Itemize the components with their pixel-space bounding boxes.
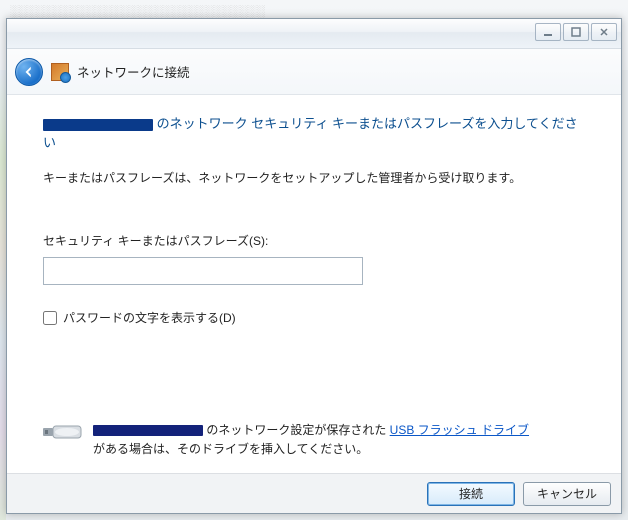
passphrase-input[interactable] xyxy=(43,257,363,285)
maximize-button[interactable] xyxy=(563,23,589,41)
show-characters-label: パスワードの文字を表示する(D) xyxy=(63,309,236,326)
show-characters-row[interactable]: パスワードの文字を表示する(D) xyxy=(43,309,585,326)
instruction-subtext: キーまたはパスフレーズは、ネットワークをセットアップした管理者から受け取ります。 xyxy=(43,169,585,186)
dialog-content: のネットワーク セキュリティ キーまたはパスフレーズを入力してください キーまた… xyxy=(7,95,621,473)
usb-drive-icon xyxy=(43,423,83,441)
redacted-ssid-2 xyxy=(93,425,203,436)
network-icon xyxy=(51,63,69,81)
close-button[interactable] xyxy=(591,23,617,41)
usb-text-before: のネットワーク設定が保存された xyxy=(203,423,390,437)
instruction-heading: のネットワーク セキュリティ キーまたはパスフレーズを入力してください xyxy=(43,113,585,151)
dialog-footer: 接続 キャンセル xyxy=(7,473,621,513)
back-button[interactable] xyxy=(15,58,43,86)
cancel-button[interactable]: キャンセル xyxy=(523,482,611,506)
redacted-ssid xyxy=(43,119,153,131)
window-titlebar xyxy=(7,19,621,49)
connect-button[interactable]: 接続 xyxy=(427,482,515,506)
passphrase-label: セキュリティ キーまたはパスフレーズ(S): xyxy=(43,232,585,249)
usb-hint-block: のネットワーク設定が保存された USB フラッシュ ドライブがある場合は、そのド… xyxy=(43,421,585,459)
minimize-button[interactable] xyxy=(535,23,561,41)
connect-network-dialog: ネットワークに接続 のネットワーク セキュリティ キーまたはパスフレーズを入力し… xyxy=(6,18,622,514)
show-characters-checkbox[interactable] xyxy=(43,311,57,325)
usb-hint-text: のネットワーク設定が保存された USB フラッシュ ドライブがある場合は、そのド… xyxy=(93,421,529,459)
dialog-header: ネットワークに接続 xyxy=(7,49,621,95)
dialog-title: ネットワークに接続 xyxy=(77,62,190,81)
usb-flash-drive-link[interactable]: USB フラッシュ ドライブ xyxy=(390,423,529,437)
usb-text-after: がある場合は、そのドライブを挿入してください。 xyxy=(93,442,368,456)
